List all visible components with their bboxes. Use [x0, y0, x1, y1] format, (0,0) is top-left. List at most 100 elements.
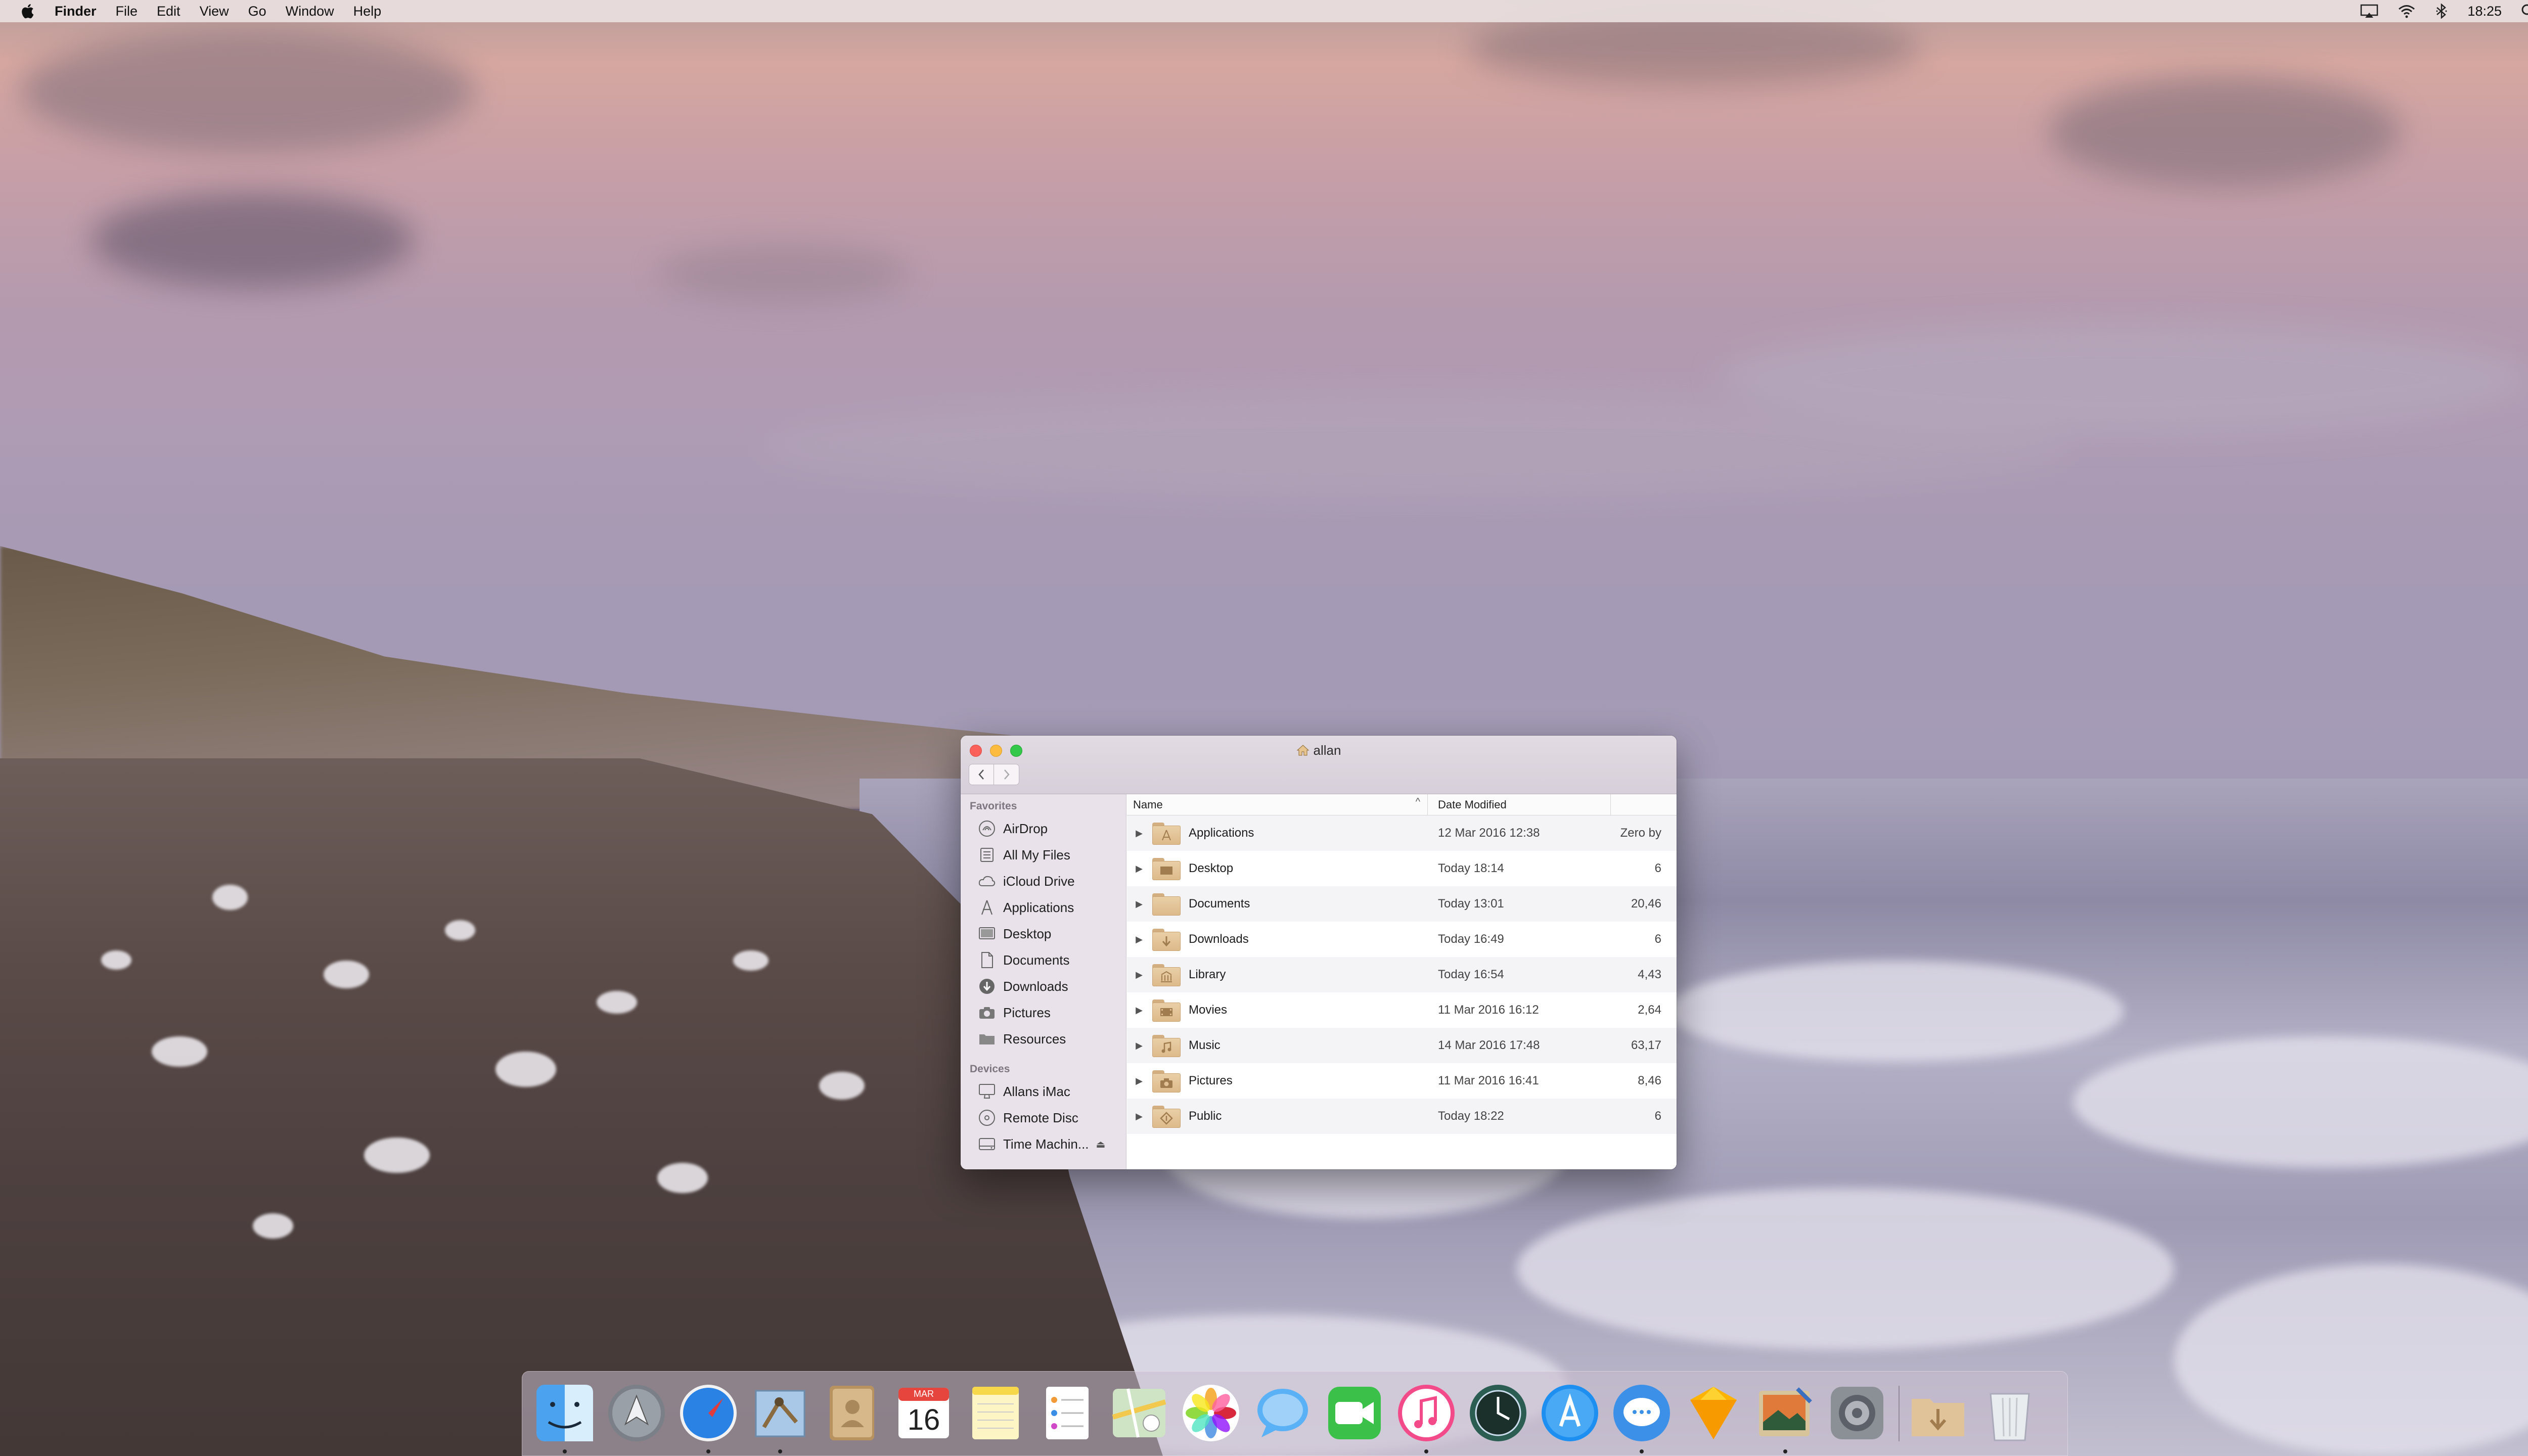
notes-icon[interactable]	[964, 1382, 1027, 1444]
navigation-buttons	[969, 764, 1019, 785]
contacts-icon[interactable]	[821, 1382, 883, 1444]
app-menu-finder[interactable]: Finder	[55, 4, 97, 19]
sidebar-item-documents[interactable]: Documents	[961, 947, 1126, 973]
dock-separator	[1899, 1386, 1900, 1441]
safari-icon[interactable]	[677, 1382, 740, 1444]
file-size: 63,17	[1631, 1038, 1661, 1052]
launchpad-icon[interactable]	[605, 1382, 668, 1444]
menubar-clock[interactable]: 18:25	[2467, 4, 2502, 19]
calendar-icon[interactable]: MAR 16	[892, 1382, 955, 1444]
table-row[interactable]: ▶ Music 14 Mar 2016 17:48 63,17	[1127, 1028, 1677, 1063]
sidebar-item-pictures[interactable]: Pictures	[961, 999, 1126, 1026]
favorites-heading: Favorites	[970, 800, 1017, 812]
finder-window: allan Favorites AirDrop All My Files iCl…	[961, 736, 1677, 1169]
table-row[interactable]: ▶ Applications 12 Mar 2016 12:38 Zero by	[1127, 815, 1677, 851]
sidebar-item-label: Allans iMac	[1003, 1083, 1070, 1099]
mail-icon[interactable]	[749, 1382, 811, 1444]
list-header: Name ^ Date Modified	[1127, 794, 1677, 815]
disclosure-triangle-icon[interactable]: ▶	[1127, 1111, 1151, 1122]
running-indicator	[778, 1449, 782, 1453]
file-name: Library	[1189, 968, 1226, 981]
folder-icon	[978, 1030, 996, 1048]
sketch-icon[interactable]	[1682, 1382, 1745, 1444]
airplay-icon[interactable]	[2360, 4, 2378, 18]
wifi-icon[interactable]	[2398, 4, 2416, 18]
disclosure-triangle-icon[interactable]: ▶	[1127, 970, 1151, 980]
bluetooth-icon[interactable]	[2435, 4, 2448, 19]
maps-icon[interactable]	[1108, 1382, 1170, 1444]
column-header-date-modified[interactable]: Date Modified	[1428, 794, 1611, 815]
table-row[interactable]: ▶ Movies 11 Mar 2016 16:12 2,64	[1127, 992, 1677, 1028]
disclosure-triangle-icon[interactable]: ▶	[1127, 1040, 1151, 1051]
menu-view[interactable]: View	[200, 4, 229, 19]
menu-edit[interactable]: Edit	[157, 4, 180, 19]
column-header-name[interactable]: Name ^	[1127, 794, 1428, 815]
file-date-modified: 11 Mar 2016 16:12	[1438, 1003, 1539, 1017]
pictures-folder-icon	[1151, 1068, 1182, 1094]
table-row[interactable]: ▶ Library Today 16:54 4,43	[1127, 957, 1677, 992]
file-date-modified: Today 16:49	[1438, 932, 1504, 946]
disclosure-triangle-icon[interactable]: ▶	[1127, 828, 1151, 839]
sidebar-item-label: Downloads	[1003, 978, 1068, 994]
forward-button[interactable]	[994, 764, 1019, 785]
downloads-stack-icon[interactable]	[1907, 1382, 1969, 1444]
reminders-icon[interactable]	[1036, 1382, 1099, 1444]
music-folder-icon	[1151, 1033, 1182, 1058]
menu-window[interactable]: Window	[286, 4, 334, 19]
photos-icon[interactable]	[1180, 1382, 1242, 1444]
disclosure-triangle-icon[interactable]: ▶	[1127, 863, 1151, 874]
table-row[interactable]: ▶ Public Today 18:22 6	[1127, 1099, 1677, 1134]
file-size: 4,43	[1638, 968, 1661, 981]
column-header-size[interactable]	[1611, 794, 1677, 815]
finder-icon[interactable]	[533, 1382, 596, 1444]
movies-folder-icon	[1151, 997, 1182, 1023]
chevron-right-icon	[1004, 769, 1010, 780]
file-list: Name ^ Date Modified ▶ Applications 12 Mar…	[1127, 794, 1677, 1169]
back-button[interactable]	[969, 764, 994, 785]
facetime-icon[interactable]	[1323, 1382, 1386, 1444]
menu-help[interactable]: Help	[353, 4, 382, 19]
sidebar-item-desktop[interactable]: Desktop	[961, 921, 1126, 947]
disclosure-triangle-icon[interactable]: ▶	[1127, 1005, 1151, 1016]
finder-sidebar: Favorites AirDrop All My Files iCloud Dr…	[961, 794, 1126, 1169]
sidebar-item-icloud-drive[interactable]: iCloud Drive	[961, 868, 1126, 894]
window-titlebar[interactable]: allan	[961, 736, 1677, 794]
time-machine-icon[interactable]	[1467, 1382, 1529, 1444]
sidebar-item-applications[interactable]: Applications	[961, 894, 1126, 921]
menu-file[interactable]: File	[116, 4, 138, 19]
itunes-icon[interactable]	[1395, 1382, 1458, 1444]
public-folder-icon	[1151, 1104, 1182, 1129]
sidebar-item-time-machine[interactable]: Time Machin... ⏏	[961, 1131, 1126, 1157]
sidebar-item-all-my-files[interactable]: All My Files	[961, 842, 1126, 868]
sidebar-item-resources[interactable]: Resources	[961, 1026, 1126, 1052]
eject-icon[interactable]: ⏏	[1096, 1138, 1106, 1151]
table-row[interactable]: ▶ Desktop Today 18:14 6	[1127, 851, 1677, 886]
table-row[interactable]: ▶ Pictures 11 Mar 2016 16:41 8,46	[1127, 1063, 1677, 1099]
disclosure-triangle-icon[interactable]: ▶	[1127, 899, 1151, 909]
disclosure-triangle-icon[interactable]: ▶	[1127, 934, 1151, 945]
table-row[interactable]: ▶ Documents Today 13:01 20,46	[1127, 886, 1677, 922]
sidebar-item-downloads[interactable]: Downloads	[961, 973, 1126, 999]
table-row[interactable]: ▶ Downloads Today 16:49 6	[1127, 922, 1677, 957]
sidebar-item-allans-imac[interactable]: Allans iMac	[961, 1078, 1126, 1105]
file-date-modified: 14 Mar 2016 17:48	[1438, 1038, 1540, 1052]
sidebar-item-airdrop[interactable]: AirDrop	[961, 815, 1126, 842]
file-name: Public	[1189, 1109, 1222, 1123]
trash-icon[interactable]	[1978, 1382, 2041, 1444]
preview-icon[interactable]	[1754, 1382, 1817, 1444]
applications-icon	[978, 898, 996, 917]
file-date-modified: 12 Mar 2016 12:38	[1438, 826, 1540, 840]
system-preferences-icon[interactable]	[1826, 1382, 1888, 1444]
messages-icon[interactable]	[1251, 1382, 1314, 1444]
sidebar-item-remote-disc[interactable]: Remote Disc	[961, 1105, 1126, 1131]
disclosure-triangle-icon[interactable]: ▶	[1127, 1076, 1151, 1086]
menu-go[interactable]: Go	[248, 4, 266, 19]
apple-menu-icon[interactable]	[20, 3, 34, 19]
spotlight-icon[interactable]	[2521, 4, 2528, 19]
chat-icon[interactable]	[1610, 1382, 1673, 1444]
file-size: Zero by	[1620, 826, 1661, 840]
app-store-icon[interactable]	[1539, 1382, 1601, 1444]
file-size: 6	[1654, 861, 1661, 875]
imac-icon	[978, 1082, 996, 1101]
file-name: Applications	[1189, 826, 1254, 840]
